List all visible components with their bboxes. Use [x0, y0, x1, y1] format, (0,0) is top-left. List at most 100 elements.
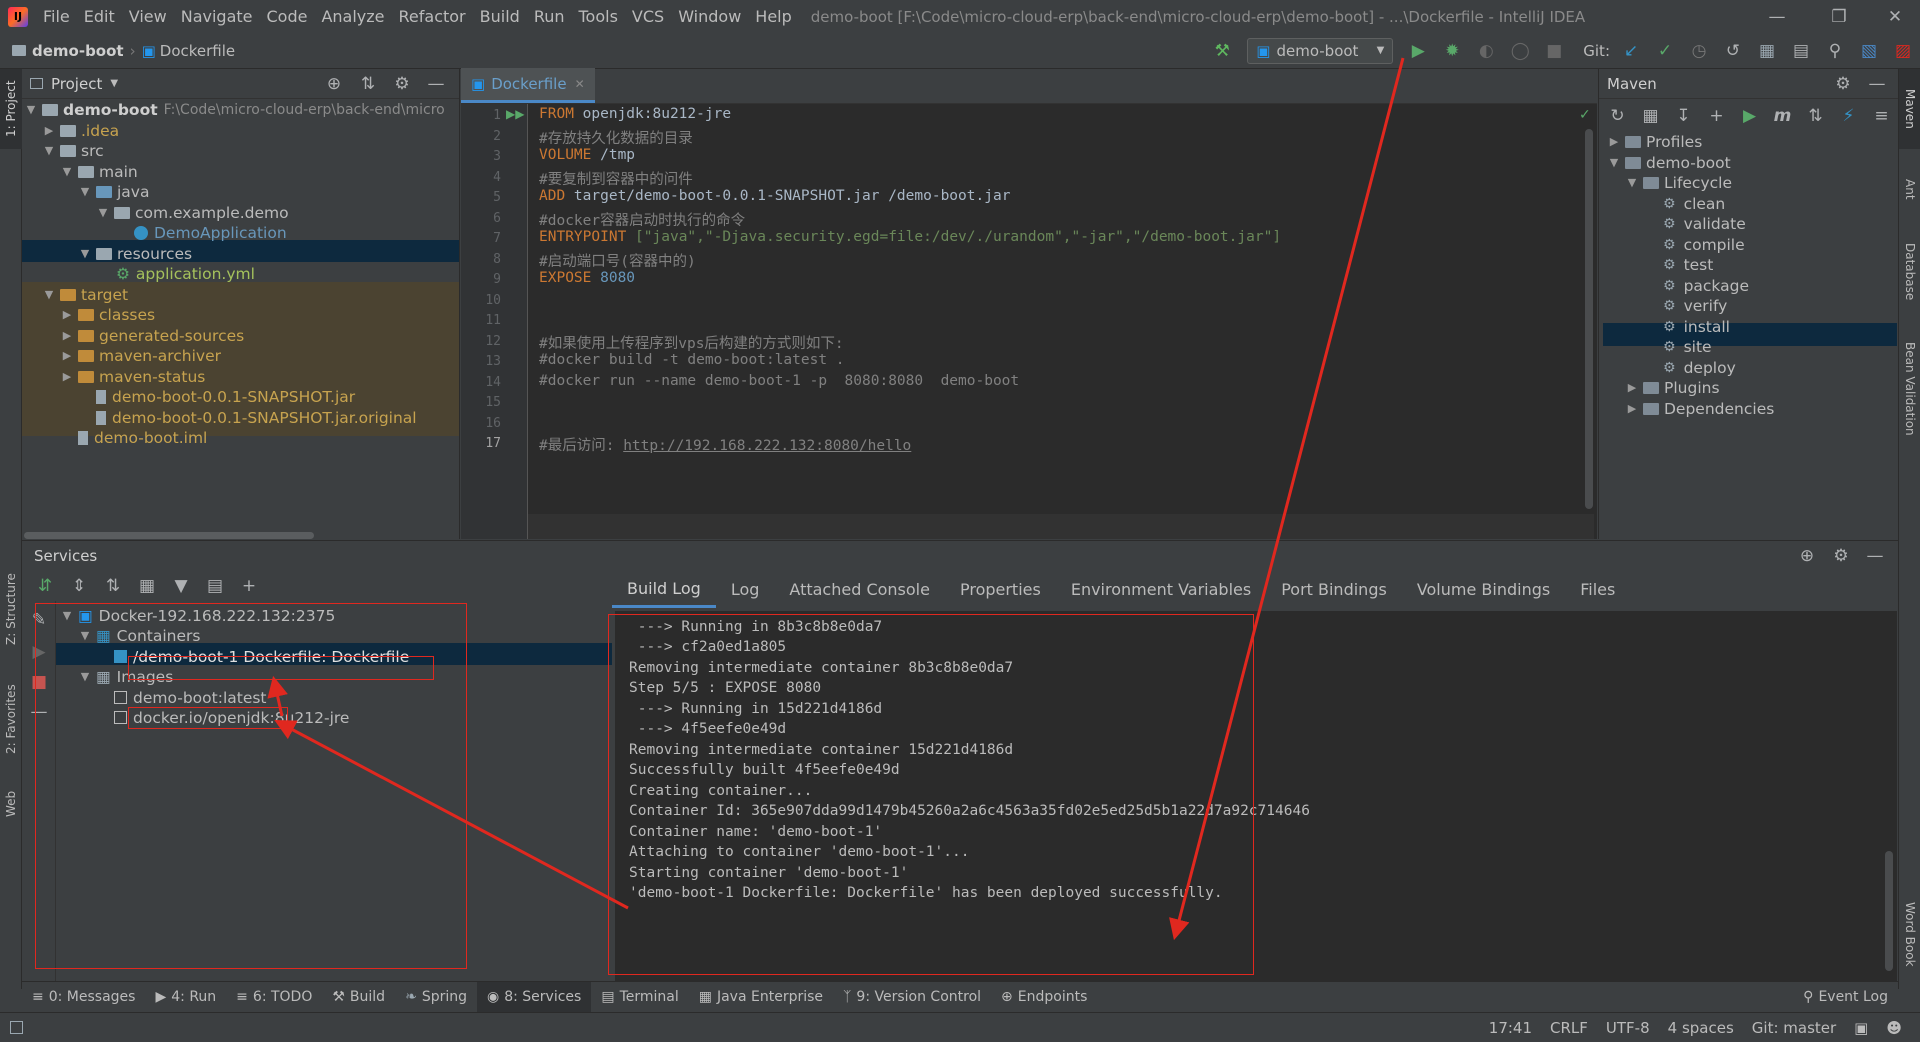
tab-project[interactable]: 1: Project — [0, 69, 22, 149]
caret-position[interactable]: 17:41 — [1489, 1019, 1532, 1037]
menu-run[interactable]: Run — [527, 7, 572, 26]
layout-icon[interactable]: ▤ — [1790, 40, 1812, 62]
add-service-icon[interactable]: + — [238, 575, 260, 597]
tab-word-book[interactable]: Word Book — [1899, 889, 1920, 979]
run-gutter-icon[interactable]: ▶▶ — [506, 107, 524, 121]
file-encoding[interactable]: UTF-8 — [1606, 1019, 1650, 1037]
debug-icon[interactable]: ✹ — [1441, 40, 1463, 62]
git-branch[interactable]: Git: master — [1752, 1019, 1836, 1037]
tab-build-log[interactable]: Build Log — [612, 571, 716, 608]
menu-refactor[interactable]: Refactor — [392, 7, 473, 26]
menu-edit[interactable]: Edit — [77, 7, 122, 26]
run-icon[interactable]: ▶ — [1407, 40, 1429, 62]
tab-favorites[interactable]: 2: Favorites — [0, 669, 22, 769]
group-icon[interactable]: ▦ — [136, 575, 158, 597]
tab-event-log[interactable]: ⚲ Event Log — [1793, 982, 1898, 1012]
minimize-icon[interactable]: — — [1766, 6, 1788, 28]
tab-volume-bindings[interactable]: Volume Bindings — [1402, 571, 1565, 608]
menu-code[interactable]: Code — [260, 7, 315, 26]
generate-sources-icon[interactable]: ▦ — [1640, 105, 1661, 127]
close-tab-icon[interactable]: ✕ — [575, 77, 585, 91]
tab-properties[interactable]: Properties — [945, 571, 1056, 608]
deploy-icon[interactable]: ⇵ — [34, 575, 56, 597]
tree-item[interactable]: demo-boot.iml — [78, 425, 207, 450]
horizontal-scrollbar[interactable] — [24, 532, 314, 539]
menu-view[interactable]: View — [122, 7, 174, 26]
tool-window-toggle-icon[interactable] — [10, 1021, 23, 1034]
collapse-icon[interactable]: ≡ — [1871, 105, 1892, 127]
search-icon[interactable]: ⚲ — [1824, 40, 1846, 62]
editor-vertical-scrollbar[interactable] — [1585, 129, 1593, 509]
gear-icon[interactable]: ⚙ — [391, 73, 413, 95]
translate-icon[interactable]: ▧ — [1858, 40, 1880, 62]
gear-icon[interactable]: ⚙ — [1830, 545, 1852, 567]
menu-build[interactable]: Build — [473, 7, 527, 26]
locate-icon[interactable]: ⊕ — [323, 73, 345, 95]
menu-file[interactable]: File — [36, 7, 77, 26]
menu-window[interactable]: Window — [671, 7, 748, 26]
build-hammer-icon[interactable]: ⚒ — [1211, 40, 1233, 62]
tab-java-enterprise[interactable]: ▦ Java Enterprise — [689, 982, 833, 1012]
tab-environment-variables[interactable]: Environment Variables — [1056, 571, 1266, 608]
hide-icon[interactable]: — — [1864, 545, 1886, 567]
plugin-icon[interactable]: ▨ — [1892, 40, 1914, 62]
tab-endpoints[interactable]: ⊕ Endpoints — [991, 982, 1097, 1012]
stop-icon[interactable]: ■ — [1543, 40, 1565, 62]
tab-structure[interactable]: Z: Structure — [0, 559, 22, 659]
menu-help[interactable]: Help — [748, 7, 798, 26]
refresh-icon[interactable]: ↻ — [1607, 105, 1628, 127]
menu-navigate[interactable]: Navigate — [174, 7, 260, 26]
inspector-icon[interactable]: ☻ — [1886, 1019, 1902, 1037]
indent-setting[interactable]: 4 spaces — [1668, 1019, 1734, 1037]
new-tab-icon[interactable]: ▤ — [204, 575, 226, 597]
menu-analyze[interactable]: Analyze — [314, 7, 391, 26]
tab-services[interactable]: ◉ 8: Services — [477, 981, 592, 1012]
tab-dockerfile[interactable]: ▣ Dockerfile ✕ — [461, 68, 595, 103]
toggle-offline-icon[interactable]: ⇅ — [1805, 105, 1826, 127]
tab-version-control[interactable]: ᛉ 9: Version Control — [833, 982, 991, 1012]
tab-database[interactable]: Database — [1899, 229, 1920, 314]
breadcrumb-project[interactable]: demo-boot — [32, 42, 124, 60]
tab-run[interactable]: ▶ 4: Run — [145, 982, 226, 1012]
tab-maven[interactable]: Maven — [1899, 69, 1920, 149]
run-icon[interactable]: ▶ — [1739, 105, 1760, 127]
git-commit-icon[interactable]: ✓ — [1654, 40, 1676, 62]
chevron-down-icon[interactable]: ▼ — [110, 78, 118, 89]
rollback-icon[interactable]: ↺ — [1722, 40, 1744, 62]
tab-bean-validation[interactable]: Bean Validation — [1899, 324, 1920, 454]
filter-icon[interactable]: ▼ — [170, 575, 192, 597]
coverage-icon[interactable]: ◐ — [1475, 40, 1497, 62]
maven-dependencies[interactable]: ▶ Dependencies — [1625, 396, 1775, 421]
tab-build[interactable]: ⚒ Build — [322, 982, 395, 1012]
close-icon[interactable]: ✕ — [1884, 6, 1906, 28]
tab-web[interactable]: Web — [0, 779, 22, 829]
git-update-icon[interactable]: ↙ — [1620, 40, 1642, 62]
profile-icon[interactable]: ◯ — [1509, 40, 1531, 62]
project-header-label[interactable]: Project — [51, 75, 102, 93]
locate-icon[interactable]: ⊕ — [1796, 545, 1818, 567]
gear-icon[interactable]: ⚙ — [1832, 73, 1854, 95]
tab-ant[interactable]: Ant — [1899, 164, 1920, 214]
menu-tools[interactable]: Tools — [572, 7, 625, 26]
breadcrumb-file[interactable]: Dockerfile — [160, 42, 235, 60]
tree-item[interactable]: ⚙ application.yml — [116, 261, 255, 286]
restore-icon[interactable]: ❐ — [1828, 6, 1850, 28]
download-icon[interactable]: ↧ — [1673, 105, 1694, 127]
tab-todo[interactable]: ≡ 6: TODO — [226, 982, 322, 1012]
run-config-select[interactable]: ▣ demo-boot ▼ — [1247, 37, 1394, 64]
collapse-all-icon[interactable]: ⇅ — [102, 575, 124, 597]
tab-terminal[interactable]: ▤ Terminal — [591, 982, 688, 1012]
tab-attached-console[interactable]: Attached Console — [774, 571, 945, 608]
add-icon[interactable]: + — [1706, 105, 1727, 127]
hello-url-link[interactable]: http://192.168.222.132:8080/hello — [623, 438, 911, 454]
history-icon[interactable]: ◷ — [1688, 40, 1710, 62]
console-scrollbar[interactable] — [1885, 851, 1893, 971]
tab-port-bindings[interactable]: Port Bindings — [1266, 571, 1402, 608]
hide-icon[interactable]: — — [425, 73, 447, 95]
hide-icon[interactable]: — — [1866, 73, 1888, 95]
tab-messages[interactable]: ≡ 0: Messages — [22, 982, 145, 1012]
line-separator[interactable]: CRLF — [1550, 1019, 1588, 1037]
tab-log[interactable]: Log — [716, 571, 775, 608]
execute-goal-icon[interactable]: m — [1772, 105, 1793, 127]
tab-files[interactable]: Files — [1565, 571, 1630, 608]
